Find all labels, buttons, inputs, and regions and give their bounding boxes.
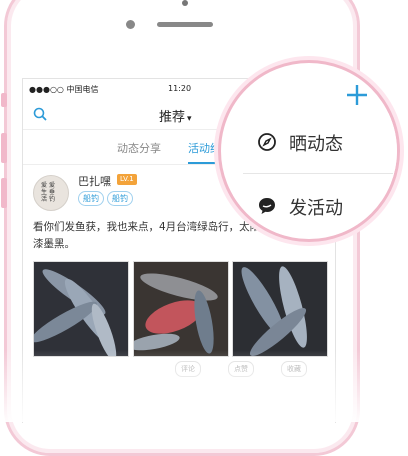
- post-tag[interactable]: 船钓: [107, 191, 133, 206]
- side-button: [1, 93, 7, 107]
- menu-item-post-dynamic[interactable]: 晒动态: [233, 113, 397, 169]
- status-time: 11:20: [168, 84, 192, 93]
- username[interactable]: 巴扎嘿: [78, 173, 111, 189]
- post-photo[interactable]: [133, 261, 229, 357]
- compass-icon: [258, 133, 276, 151]
- menu-item-label: 晒动态: [289, 134, 343, 155]
- chevron-down-icon: ▾: [187, 114, 192, 124]
- menu-item-post-activity[interactable]: 发活动: [233, 177, 397, 233]
- level-badge: LV.1: [117, 174, 137, 185]
- earpiece-speaker: [157, 22, 213, 27]
- search-icon[interactable]: [33, 107, 47, 121]
- front-camera: [126, 20, 135, 29]
- feed-selector[interactable]: 推荐 ▾: [159, 106, 192, 125]
- avatar-text: 生: [41, 189, 48, 196]
- plus-icon[interactable]: [345, 83, 369, 107]
- popup-menu: 晒动态 发活动: [233, 113, 397, 235]
- magnified-popup: 晒动态 发活动: [218, 60, 400, 242]
- carrier-label: ●●●○○ 中国电信: [29, 85, 99, 94]
- page-title: 推荐: [159, 110, 186, 125]
- side-button: [1, 133, 7, 163]
- tab-dynamic-share[interactable]: 动态分享: [117, 140, 161, 156]
- side-button: [1, 178, 7, 208]
- tab-activity[interactable]: 活动约: [188, 140, 221, 156]
- menu-divider: [243, 173, 393, 174]
- avatar-text: 钓: [49, 196, 56, 203]
- chat-bubble-icon: [259, 198, 275, 214]
- post-tag[interactable]: 船钓: [78, 191, 104, 206]
- avatar-text: 爱: [41, 182, 48, 189]
- bottom-fade: [0, 350, 408, 422]
- avatar-text: 爱: [49, 182, 56, 189]
- post-photo[interactable]: [33, 261, 129, 357]
- avatar[interactable]: 爱 生 活 爱 垂 钓: [33, 175, 69, 211]
- menu-item-label: 发活动: [289, 198, 343, 219]
- avatar-text: 活: [41, 196, 48, 203]
- front-sensor: [182, 0, 188, 6]
- post-photo[interactable]: [232, 261, 328, 357]
- avatar-text: 垂: [49, 189, 56, 196]
